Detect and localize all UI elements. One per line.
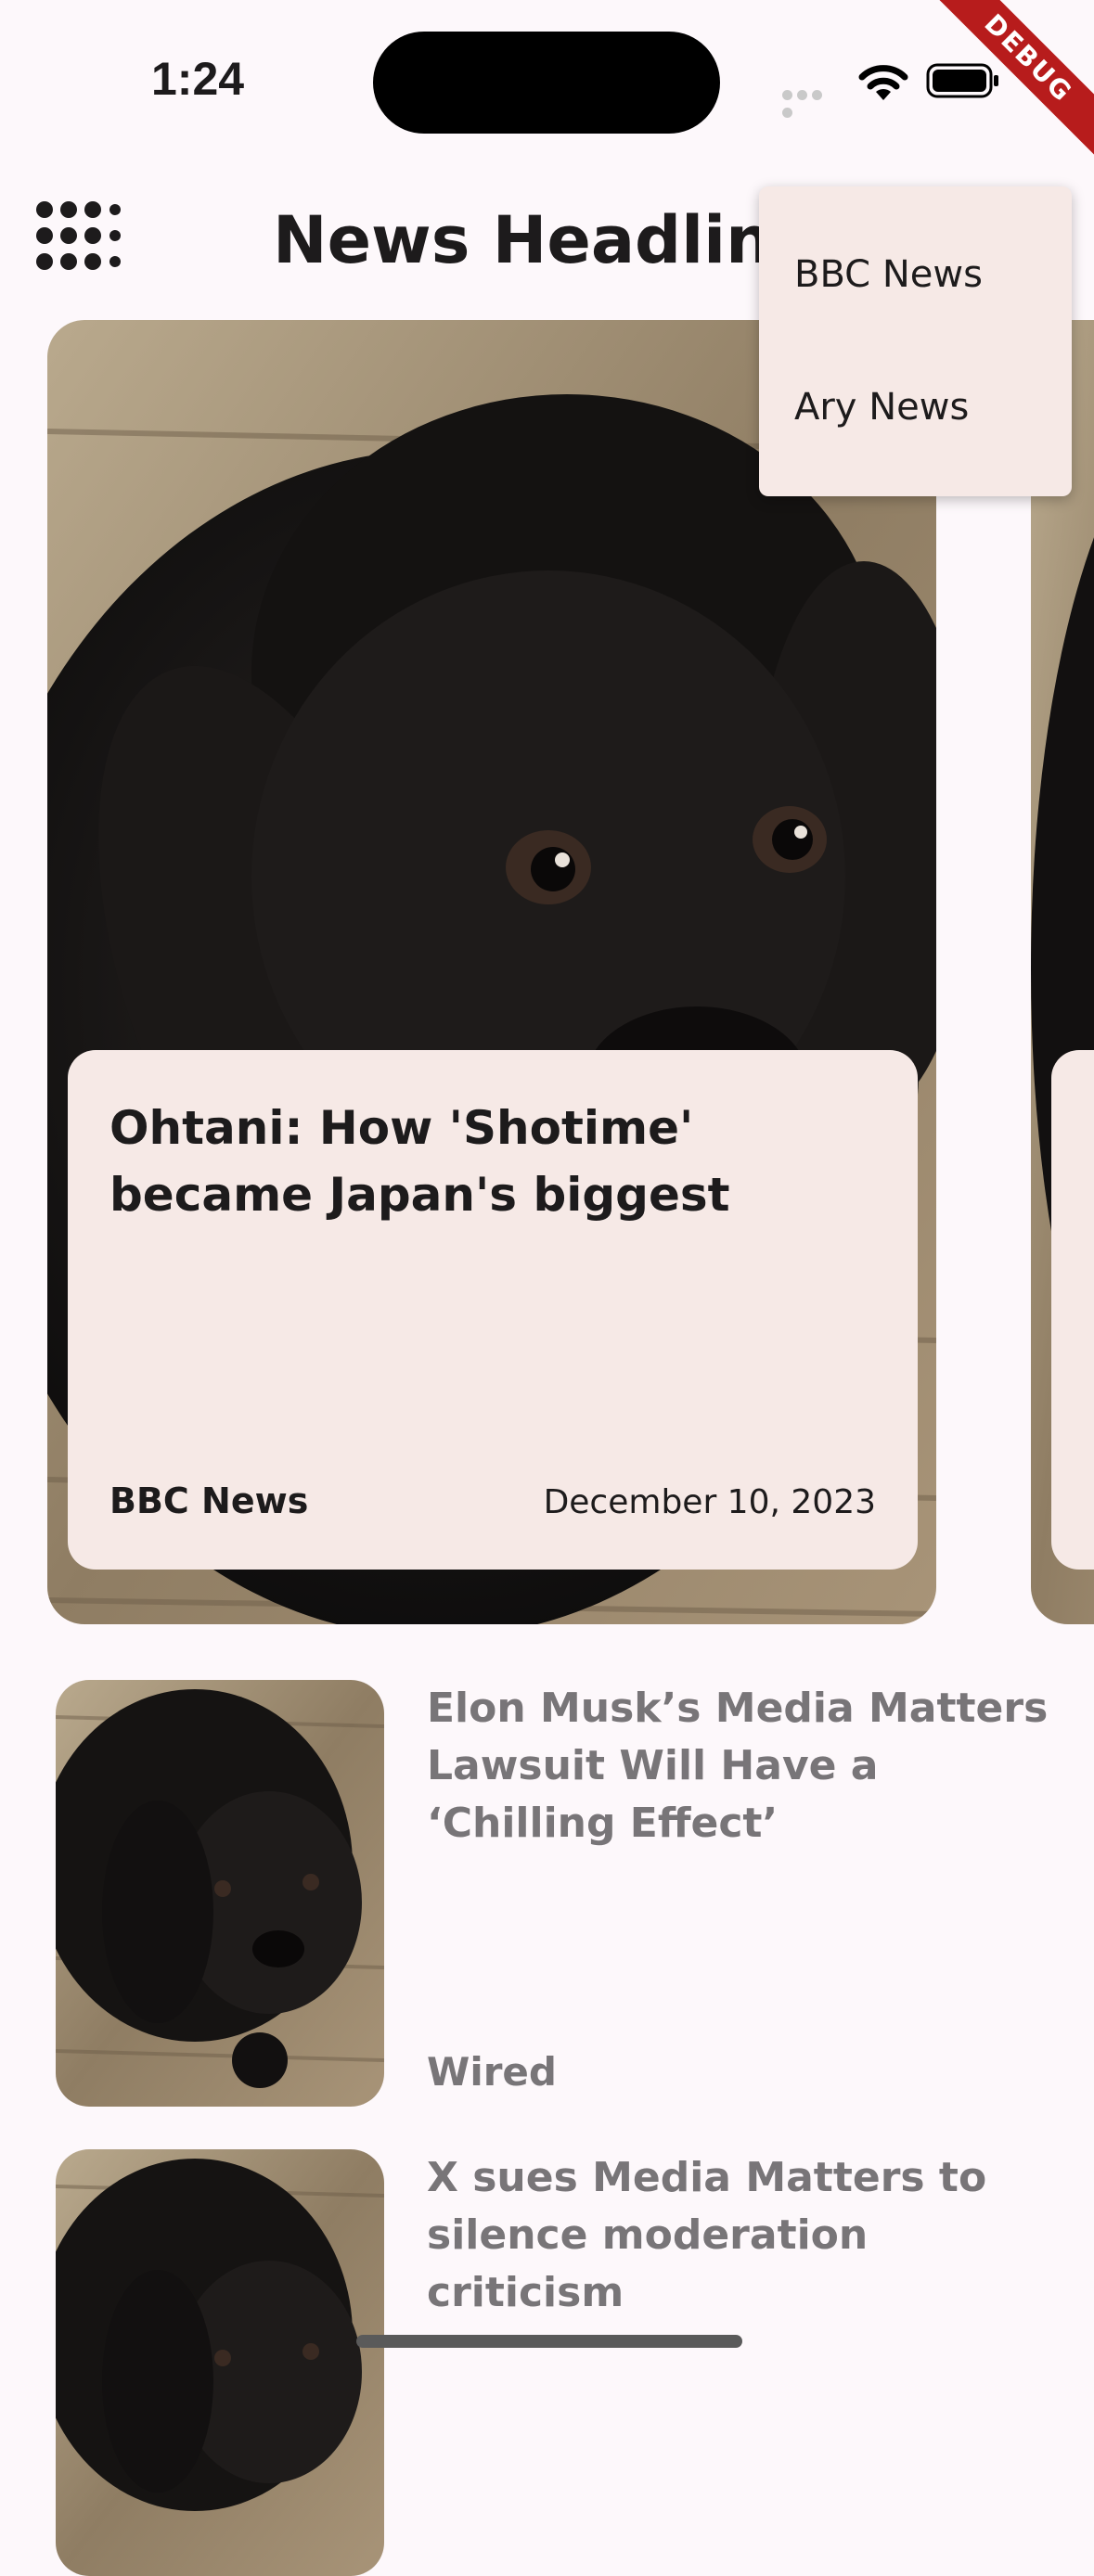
grid-dots-icon[interactable] — [35, 200, 121, 286]
cellular-signal-icon — [782, 86, 840, 118]
list-item[interactable]: Elon Musk’s Media Matters Lawsuit Will H… — [56, 1680, 1058, 2107]
article-thumbnail — [56, 1680, 384, 2107]
battery-icon — [926, 63, 998, 98]
article-thumbnail — [56, 2149, 384, 2576]
puppy-thumbnail-image — [56, 2149, 384, 2576]
wifi-icon — [858, 65, 908, 100]
article-title[interactable]: Elon Musk’s Media Matters Lawsuit Will H… — [427, 1680, 1076, 1852]
headline-date: December 10, 2023 — [543, 1483, 876, 1521]
headline-title[interactable]: Ohtani: How 'Shotime' became Japan's big… — [109, 1095, 889, 1228]
menu-item-bbc-news[interactable]: BBC News — [794, 253, 983, 296]
news-source-menu: BBC News Ary News — [759, 186, 1072, 496]
headline-source: BBC News — [109, 1480, 309, 1521]
home-indicator[interactable] — [356, 2335, 742, 2348]
headline-card[interactable]: Ohtani: How 'Shotime' became Japan's big… — [47, 320, 936, 1624]
headline-card-panel: Ohtani: How 'Shotime' became Japan's big… — [68, 1050, 918, 1570]
next-headline-card[interactable] — [1031, 320, 1094, 1624]
puppy-thumbnail-image — [56, 1680, 384, 2107]
menu-item-ary-news[interactable]: Ary News — [794, 386, 969, 429]
next-headline-card-panel — [1051, 1050, 1094, 1570]
headline-carousel[interactable]: Ohtani: How 'Shotime' became Japan's big… — [0, 320, 1094, 1624]
status-time: 1:24 — [151, 53, 245, 105]
dynamic-island — [373, 32, 720, 134]
article-source: Wired — [427, 2049, 557, 2095]
article-title[interactable]: X sues Media Matters to silence moderati… — [427, 2149, 1076, 2322]
